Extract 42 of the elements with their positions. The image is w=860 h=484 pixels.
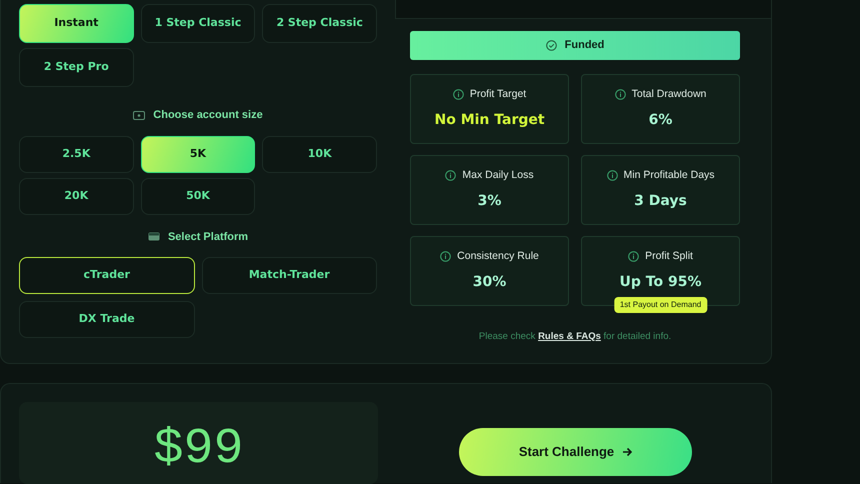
option-button[interactable]: 1 Step Classic	[140, 4, 256, 43]
info-icon	[614, 89, 626, 100]
check-circle-icon	[546, 40, 557, 51]
option-button[interactable]: 50K	[140, 178, 256, 214]
card-icon	[148, 232, 160, 242]
phase-banner: Funded	[410, 31, 740, 60]
banknote-icon	[133, 110, 146, 120]
option-button[interactable]: 20K	[19, 178, 134, 214]
start-challenge-button[interactable]: Start Challenge	[459, 428, 692, 476]
rule-title: Min Profitable Days	[624, 168, 715, 183]
rule-title: Total Drawdown	[632, 86, 706, 102]
option-button[interactable]: cTrader	[19, 257, 195, 294]
option-button[interactable]: 10K	[262, 136, 378, 172]
info-icon	[606, 170, 618, 181]
section-heading: Select Platform	[168, 230, 248, 244]
info-icon	[452, 89, 464, 100]
rules-link[interactable]: Rules & FAQs	[538, 331, 601, 342]
rule-title: Max Daily Loss	[462, 168, 534, 183]
option-button[interactable]: 2.5K	[19, 136, 134, 172]
rule-title: Consistency Rule	[457, 248, 539, 264]
option-button[interactable]: Match-Trader	[202, 257, 378, 294]
info-icon	[628, 251, 640, 262]
rule-title: Profit Split	[645, 248, 693, 264]
payout-badge: 1st Payout on Demand	[614, 297, 708, 313]
rules-note: Please check Rules & FAQs for detailed info.	[478, 330, 672, 344]
option-button[interactable]: 2 Step Pro	[19, 48, 134, 87]
rule-value: 30%	[472, 273, 506, 292]
info-icon	[440, 251, 452, 262]
option-button[interactable]: DX Trade	[19, 301, 195, 338]
rule-value: Up To 95%	[620, 273, 702, 292]
rule-value: 6%	[648, 111, 672, 130]
rule-value: No Min Target	[434, 111, 545, 130]
section-heading: Choose account size	[153, 108, 263, 123]
rule-value: 3%	[478, 192, 502, 212]
info-icon	[445, 170, 456, 181]
option-button[interactable]: Instant	[19, 4, 134, 43]
price: $99	[153, 422, 244, 480]
arrow-right-icon	[622, 447, 632, 457]
rule-title: Profit Target	[470, 86, 526, 102]
rule-value: 3 Days	[634, 192, 687, 212]
option-button[interactable]: 5K	[140, 136, 256, 172]
option-button[interactable]: 2 Step Classic	[262, 4, 378, 43]
